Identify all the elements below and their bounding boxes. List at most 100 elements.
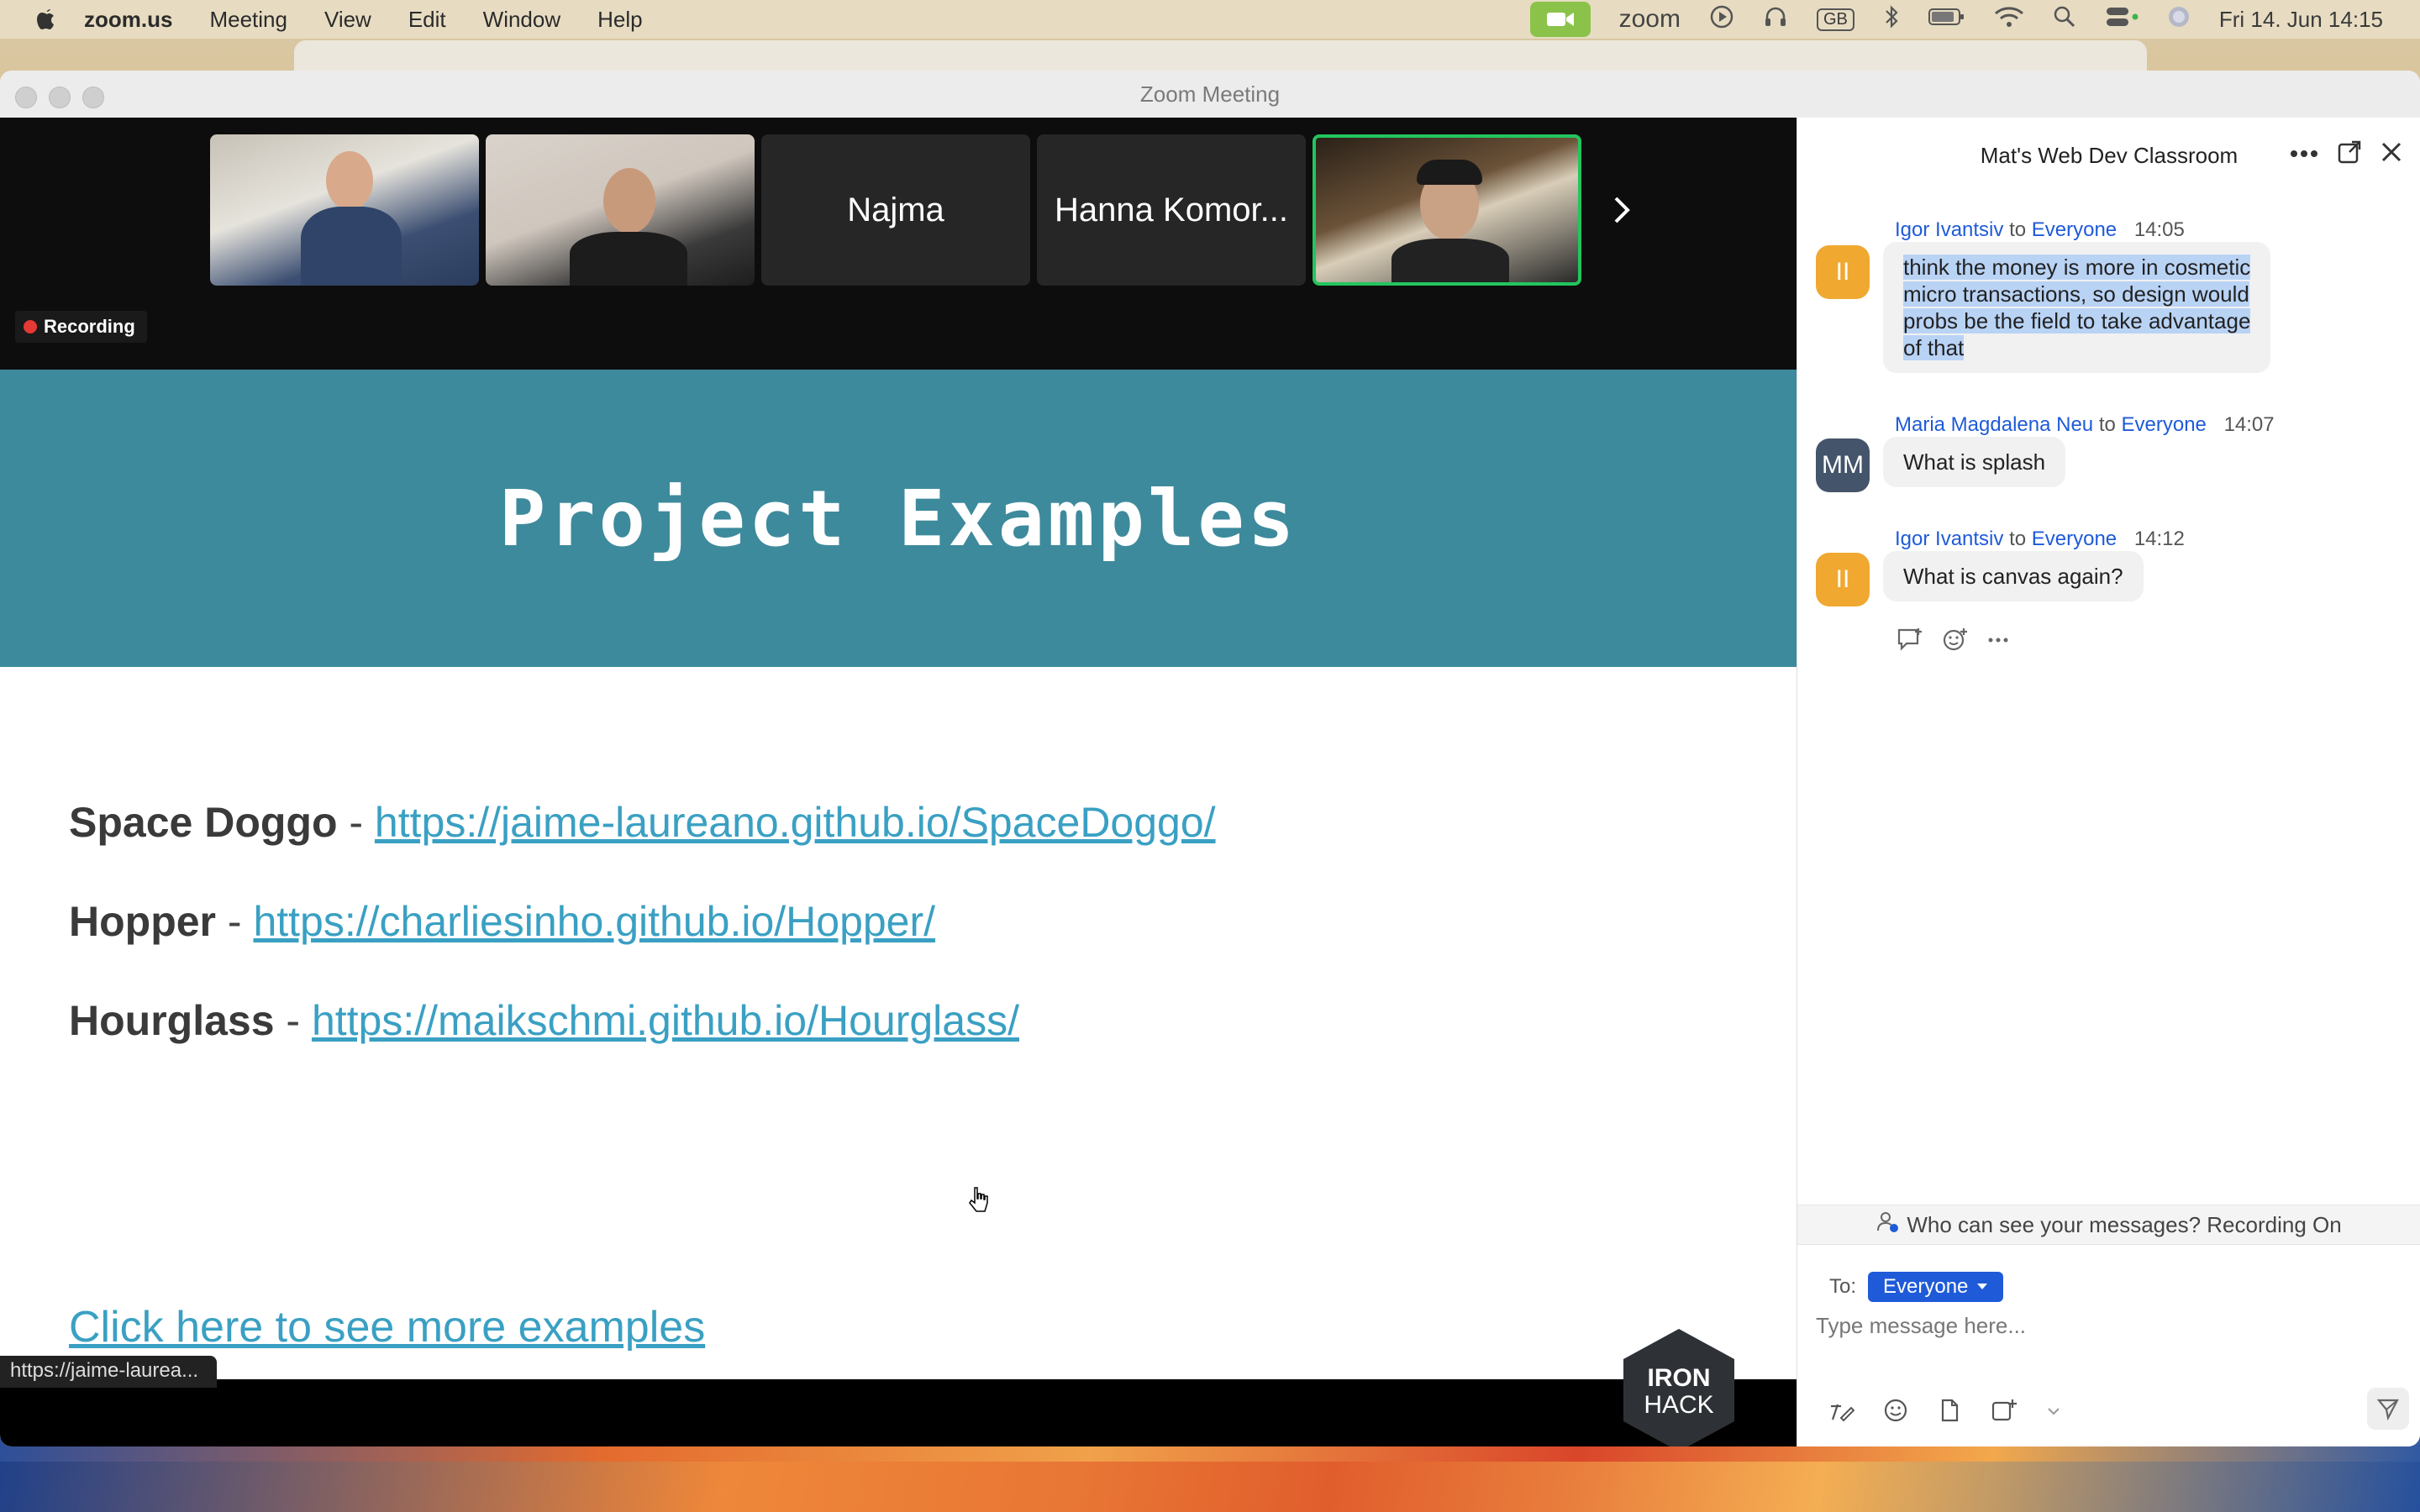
participant-tile-hanna[interactable]: Hanna Komor... [1037,134,1306,286]
menu-window[interactable]: Window [483,7,560,33]
project-name: Hopper [69,898,216,945]
participant-name [486,134,755,286]
recording-indicator[interactable]: Recording [15,311,147,343]
recipient-name[interactable]: Everyone [2032,218,2117,241]
format-text-icon[interactable] [1829,1398,1855,1427]
battery-icon[interactable] [1928,7,1965,33]
message-input[interactable] [1814,1304,2397,1347]
menu-view[interactable]: View [324,7,371,33]
zoom-status-icon[interactable]: zoom [1619,5,1681,34]
project-link[interactable]: https://charliesinho.github.io/Hopper/ [253,898,935,945]
link-hover-status: https://jaime-laurea... [0,1356,218,1388]
menu-bar: zoom.us Meeting View Edit Window Help zo… [0,0,2420,39]
message-line: What is canvas again? [1903,564,2123,589]
send-button[interactable] [2367,1388,2409,1430]
attach-file-icon[interactable] [1937,1398,1962,1427]
participant-video-1[interactable] [210,134,479,286]
minimize-window-button[interactable] [49,87,71,108]
apple-menu-icon[interactable] [34,7,59,32]
participant-name: Najma [847,191,944,228]
recipient-name[interactable]: Everyone [2122,413,2207,436]
close-chat-icon[interactable] [2381,141,2402,167]
participant-video-active-speaker[interactable] [1313,134,1581,286]
close-window-button[interactable] [15,87,37,108]
chat-toolbar [1829,1398,2061,1427]
control-center-icon[interactable] [2105,5,2139,34]
message-bubble[interactable]: think the money is more in cosmetic micr… [1883,242,2271,373]
recording-label: Recording [44,316,135,337]
slide-header-band: Project Examples [0,370,1797,667]
avatar[interactable]: MM [1816,438,1870,492]
to-word: to [2009,528,2027,550]
chat-header: Mat's Web Dev Classroom [1797,118,2420,193]
sender-name[interactable]: Igor Ivantsiv [1895,218,2003,241]
project-link[interactable]: https://maikschmi.github.io/Hourglass/ [312,997,1019,1044]
message-line: micro transactions, so design would [1903,281,2249,307]
project-name: Space Doggo [69,799,338,846]
chat-header-actions [2290,139,2402,169]
reply-thread-icon[interactable] [1897,627,1923,656]
participant-strip: Najma Hanna Komor... Recording [0,118,1797,370]
to-label: To: [1829,1275,1857,1298]
project-row-space-doggo: Space Doggo - https://jaime-laureano.git… [69,798,1216,847]
chat-panel: Mat's Web Dev Classroom II Igor Ivantsiv… [1797,118,2420,1446]
message-time: 14:05 [2133,218,2185,241]
menu-help[interactable]: Help [597,7,642,33]
ironhack-logo: IRON HACK [1620,1327,1738,1446]
project-separator: - [216,898,254,945]
play-icon[interactable] [1709,4,1734,35]
message-bubble[interactable]: What is splash [1883,437,2066,487]
caret-down-icon [1977,1284,1988,1289]
more-options-icon[interactable] [2290,147,2318,162]
desktop-wallpaper-stripe [0,1462,2420,1512]
logo-text-line1: IRON [1648,1364,1711,1392]
participant-name [1316,138,1578,282]
recipient-dropdown-value: Everyone [1883,1275,1969,1298]
add-reaction-icon[interactable] [1942,627,1969,656]
shared-screen-slide: Project Examples Space Doggo - https://j… [0,370,1797,1446]
zoom-meeting-window: Zoom Meeting Najma Hanna Komor... Record… [0,71,2420,1446]
person-info-icon [1876,1210,1900,1240]
avatar[interactable]: II [1816,245,1870,299]
next-participants-button[interactable] [1597,185,1647,235]
chevron-down-icon[interactable] [2046,1405,2061,1420]
screenshot-icon[interactable] [1991,1398,2018,1427]
avatar[interactable]: II [1816,553,1870,606]
wifi-icon[interactable] [1994,5,2024,34]
pop-out-icon[interactable] [2337,139,2362,169]
menu-edit[interactable]: Edit [408,7,446,33]
menu-meeting[interactable]: Meeting [209,7,287,33]
window-title: Zoom Meeting [1139,81,1281,107]
project-separator: - [274,997,312,1044]
more-examples-link[interactable]: Click here to see more examples [69,1302,705,1352]
participant-tile-najma[interactable]: Najma [761,134,1030,286]
message-meta: Igor Ivantsiv to Everyone 14:05 [1895,218,2185,242]
send-icon [2376,1399,2399,1420]
sender-name[interactable]: Igor Ivantsiv [1895,528,2003,550]
spotlight-search-icon[interactable] [2053,5,2076,34]
project-link[interactable]: https://jaime-laureano.github.io/SpaceDo… [375,799,1216,846]
keyboard-layout-indicator[interactable]: GB [1816,8,1854,31]
background-window-edge [294,40,2147,74]
emoji-icon[interactable] [1883,1398,1908,1427]
message-bubble[interactable]: What is canvas again? [1883,551,2144,601]
zoom-window-button[interactable] [82,87,104,108]
message-visibility-notice[interactable]: Who can see your messages? Recording On [1797,1205,2420,1245]
camera-in-use-icon[interactable] [1529,2,1591,37]
participant-name [210,134,479,286]
recipient-name[interactable]: Everyone [2032,528,2117,550]
message-more-icon[interactable] [1987,627,2009,656]
participant-video-2[interactable] [486,134,755,286]
headphones-icon[interactable] [1763,4,1788,35]
window-titlebar: Zoom Meeting [0,71,2420,118]
menu-clock[interactable]: Fri 14. Jun 14:15 [2219,7,2383,33]
sender-name[interactable]: Maria Magdalena Neu [1895,413,2093,436]
project-row-hopper: Hopper - https://charliesinho.github.io/… [69,897,935,946]
bluetooth-icon[interactable] [1883,4,1900,35]
siri-icon[interactable] [2167,5,2191,34]
menu-app-name[interactable]: zoom.us [84,7,172,33]
message-actions [1897,627,2009,656]
recipient-dropdown[interactable]: Everyone [1868,1272,2004,1302]
meeting-area: Najma Hanna Komor... Recording Project E… [0,118,1797,1446]
message-time: 14:12 [2133,528,2185,550]
